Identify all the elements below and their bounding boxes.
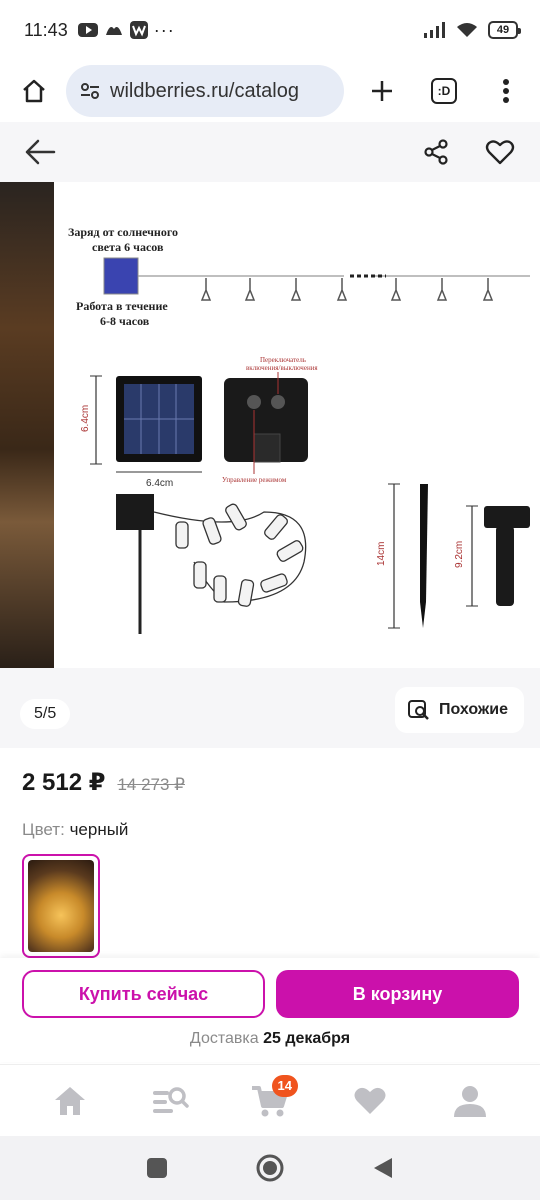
system-back-button[interactable]: [363, 1148, 403, 1188]
page-header: [0, 122, 540, 182]
solar-label-1: Заряд от солнечного: [68, 225, 178, 239]
circle-icon: [256, 1154, 284, 1182]
panel-holder-head: [484, 506, 530, 528]
heart-outline-icon: [485, 140, 515, 165]
status-bar: 11:43 ··· 49: [0, 0, 540, 60]
panel-holder-stem: [496, 526, 514, 606]
new-tab-button[interactable]: [362, 71, 402, 111]
triangle-back-icon: [374, 1158, 393, 1178]
recent-apps-button[interactable]: [137, 1148, 177, 1188]
app-notification-icon: [105, 27, 122, 35]
arrow-left-icon: [25, 139, 56, 165]
wb-notification-icon: [129, 21, 148, 39]
tabs-button[interactable]: :D: [424, 71, 464, 111]
solar-label-2: света 6 часов: [92, 240, 164, 254]
square-icon: [146, 1158, 167, 1178]
old-price: 14 273 ₽: [117, 775, 185, 794]
add-to-cart-button[interactable]: В корзину: [276, 970, 519, 1018]
dim-height-label: 6.4cm: [80, 405, 91, 432]
wifi-icon: [457, 23, 477, 37]
mode-label: Управление режимом: [222, 476, 287, 484]
bottom-navigation: 14: [0, 1064, 540, 1136]
nav-profile[interactable]: [440, 1071, 500, 1131]
image-counter: 5/5: [20, 699, 71, 729]
color-label: Цвет:: [22, 820, 65, 839]
nav-favorites[interactable]: [340, 1071, 400, 1131]
browser-home-button[interactable]: [14, 71, 54, 111]
tab-count: :D: [431, 78, 457, 104]
more-notifications-icon: ···: [153, 19, 175, 40]
switch-label-2: включения/выключения: [246, 364, 318, 372]
delivery-label: Доставка: [189, 1030, 259, 1047]
similar-label: Похожие: [438, 701, 508, 718]
share-icon: [424, 139, 448, 165]
similar-button[interactable]: Похожие: [394, 687, 524, 733]
color-option-selected[interactable]: [22, 854, 100, 958]
previous-image-peek[interactable]: [0, 182, 54, 668]
plus-icon: [372, 81, 392, 101]
nav-catalog[interactable]: [140, 1071, 200, 1131]
purchase-panel: Купить сейчас В корзину Доставка 25 дека…: [0, 958, 540, 1062]
favorite-button[interactable]: [480, 132, 520, 172]
search-image-icon: [407, 700, 429, 720]
solar-panel-small: [103, 257, 139, 295]
youtube-icon: [77, 23, 98, 37]
address-bar[interactable]: wildberries.ru/catalog: [66, 65, 344, 117]
switch-label-1: Переключатель: [260, 356, 306, 364]
work-label-2: 6-8 часов: [100, 314, 150, 328]
battery-icon: 49: [488, 21, 521, 39]
price-row: 2 512 ₽ 14 273 ₽: [22, 768, 185, 797]
site-settings-icon: [81, 83, 99, 99]
color-row: Цвет: черный: [22, 820, 128, 840]
current-price: 2 512 ₽: [22, 769, 106, 796]
status-time: 11:43: [24, 19, 68, 40]
url-text: wildberries.ru/catalog: [110, 79, 299, 102]
back-button[interactable]: [20, 132, 60, 172]
share-button[interactable]: [416, 132, 456, 172]
buy-now-button[interactable]: Купить сейчас: [22, 970, 265, 1018]
color-option-thumbnail: [28, 860, 94, 952]
delivery-date: 25 декабря: [263, 1030, 351, 1047]
profile-icon: [454, 1085, 486, 1117]
color-value: черный: [69, 820, 129, 839]
home-icon: [55, 1086, 85, 1115]
heart-icon: [354, 1087, 386, 1114]
dim-width-label: 6.4cm: [146, 478, 173, 489]
catalog-search-icon: [153, 1086, 189, 1113]
nav-home[interactable]: [40, 1071, 100, 1131]
product-image[interactable]: Заряд от солнечного света 6 часов Работа…: [54, 182, 540, 668]
system-navigation: [0, 1136, 540, 1200]
solar-stake-panel: [116, 494, 154, 530]
system-home-button[interactable]: [250, 1148, 290, 1188]
dim-holder-label: 9.2cm: [454, 541, 465, 568]
product-diagram: Заряд от солнечного света 6 часов Работа…: [68, 225, 530, 634]
dim-stake-label: 14cm: [376, 542, 387, 566]
browser-menu-button[interactable]: [486, 71, 526, 111]
work-label-1: Работа в течение: [76, 299, 168, 313]
home-icon: [23, 79, 45, 103]
battery-level: 49: [496, 24, 510, 36]
nav-cart[interactable]: 14: [240, 1071, 300, 1131]
ground-stake: [420, 484, 428, 628]
more-vertical-icon: [503, 79, 509, 103]
product-gallery[interactable]: Заряд от солнечного света 6 часов Работа…: [0, 182, 540, 748]
signal-icon: [424, 22, 445, 38]
cart-badge: 14: [271, 1074, 298, 1097]
delivery-info: Доставка 25 декабря: [0, 1030, 540, 1048]
browser-toolbar: wildberries.ru/catalog :D: [0, 60, 540, 122]
